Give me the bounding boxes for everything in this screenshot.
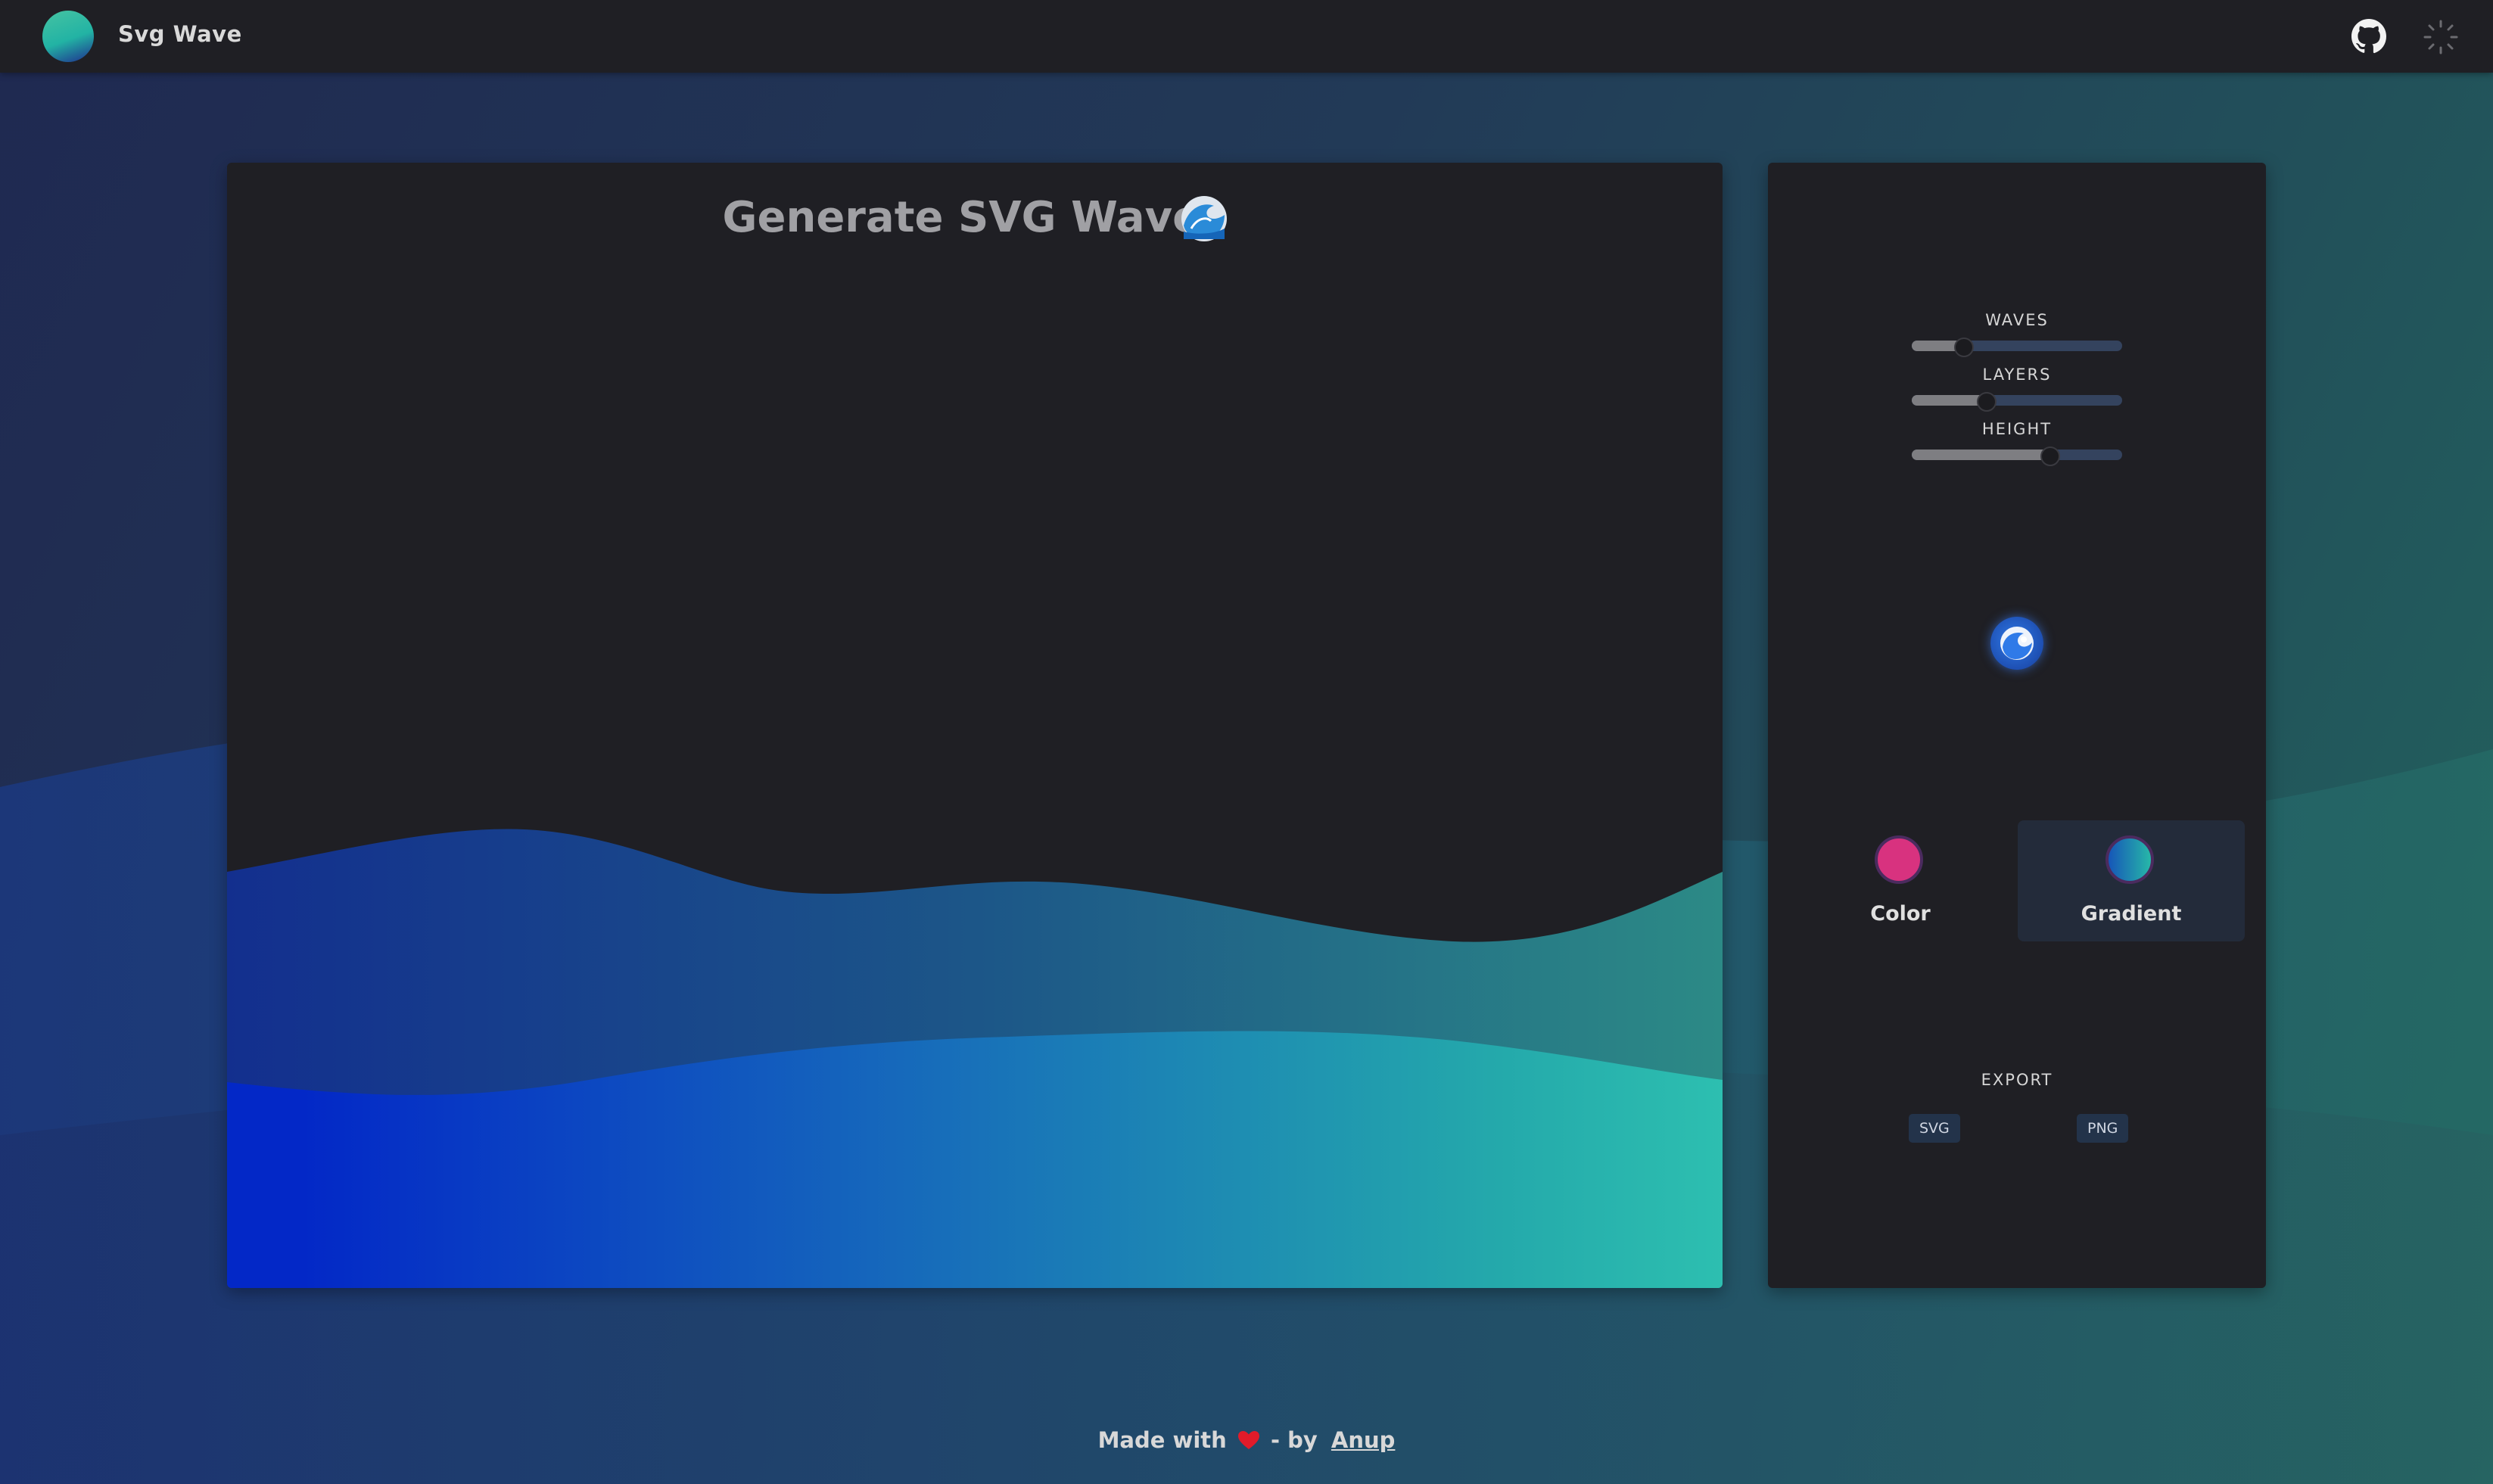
mode-label-color: Color [1870,902,1931,926]
layers-slider-thumb[interactable] [1977,392,1997,412]
mode-label-gradient: Gradient [2081,902,2182,926]
wave-preview [227,829,1723,1288]
export-png-button[interactable]: PNG [2077,1114,2129,1143]
logo-icon[interactable] [42,11,94,62]
height-label: HEIGHT [1981,420,2053,438]
footer-made-with: Made with [1097,1427,1227,1453]
mode-option-gradient[interactable]: Gradient [2018,820,2245,941]
waves-label: WAVES [1985,311,2049,329]
footer: Made with - by Anup [0,1427,2493,1453]
export-label: EXPORT [1981,1071,2053,1089]
page-title: Generate SVG Waves [722,193,1227,242]
control-panel: WAVES LAYERS HEIGHT Color Gradient EXPOR… [1768,163,2266,1288]
mode-option-color[interactable]: Color [1787,820,2014,941]
waves-slider[interactable] [1912,338,2122,357]
height-slider[interactable] [1912,446,2122,466]
layers-slider-fill [1912,395,1986,406]
layers-slider[interactable] [1912,392,2122,412]
wave-emoji-icon [1181,196,1227,241]
height-slider-fill [1912,450,2049,460]
heart-icon [1237,1431,1259,1449]
randomize-wave-icon [2000,627,2034,660]
github-icon[interactable] [2351,18,2387,54]
top-navbar: Svg Wave [0,0,2493,73]
wave-preview-card [227,163,1723,1288]
theme-toggle-icon[interactable] [2422,18,2460,56]
export-svg-button[interactable]: SVG [1909,1114,1960,1143]
randomize-button[interactable] [1990,617,2043,670]
gradient-swatch [2106,835,2154,884]
layers-label: LAYERS [1982,366,2052,384]
footer-by: - by [1271,1427,1318,1453]
waves-slider-thumb[interactable] [1953,338,1974,357]
height-slider-thumb[interactable] [2040,446,2060,466]
brand-name[interactable]: Svg Wave [118,21,242,47]
author-link[interactable]: Anup [1331,1427,1396,1453]
color-swatch [1875,835,1923,884]
